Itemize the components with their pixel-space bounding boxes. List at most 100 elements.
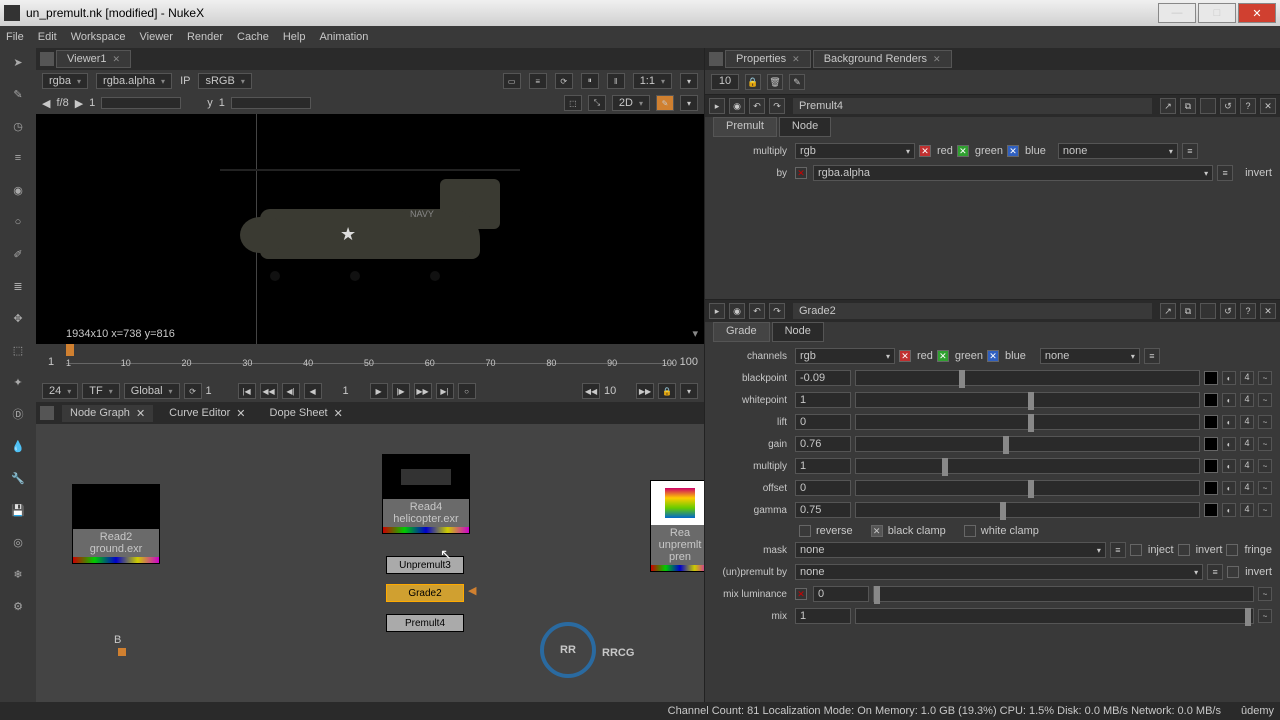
zoom-dropdown[interactable]: 1:1 [633, 73, 672, 89]
dropdown-icon[interactable]: ▾ [692, 327, 698, 340]
wipe-icon[interactable]: ⤡ [588, 95, 606, 111]
menu-cache[interactable]: Cache [237, 31, 269, 43]
blackpoint-input[interactable]: -0.09 [795, 370, 851, 386]
mixlum-x[interactable]: ✕ [795, 588, 807, 600]
first-icon[interactable]: |◀ [238, 383, 256, 399]
inject-check[interactable] [1130, 544, 1142, 556]
blank-icon[interactable] [1200, 98, 1216, 114]
lift-input[interactable]: 0 [795, 414, 851, 430]
curve-icon[interactable]: ~ [1258, 371, 1272, 385]
timeline[interactable]: 1 1 10 20 30 40 50 60 70 80 90 100 100 [36, 344, 704, 380]
brush-icon[interactable]: ✐ [8, 244, 28, 264]
curve-icon[interactable]: ~ [1258, 393, 1272, 407]
redo-icon[interactable]: ↷ [769, 98, 785, 114]
lut-dropdown[interactable]: sRGB [198, 73, 251, 89]
node-read4[interactable]: Read4helicopter.exr [382, 454, 470, 534]
settings-icon[interactable]: ▾ [680, 383, 698, 399]
invert2-check[interactable] [1227, 566, 1239, 578]
mix-slider[interactable] [855, 608, 1254, 624]
help-icon[interactable]: ? [1240, 303, 1256, 319]
subtab-grade[interactable]: Grade [713, 322, 770, 342]
circle-icon[interactable]: ○ [8, 212, 28, 232]
step-back-icon[interactable]: ◀| [282, 383, 300, 399]
close-panel-icon[interactable]: ✕ [1260, 98, 1276, 114]
color-swatch[interactable] [1204, 415, 1218, 429]
d-icon[interactable]: Ⓓ [8, 404, 28, 424]
subtab-premult[interactable]: Premult [713, 117, 777, 137]
drop-icon[interactable]: 💧 [8, 436, 28, 456]
prev-icon[interactable]: ◀ [42, 97, 50, 110]
pause2-icon[interactable]: ‖ [607, 73, 625, 89]
menu-viewer[interactable]: Viewer [140, 31, 173, 43]
gamma-slider[interactable] [855, 502, 1200, 518]
pause-icon[interactable]: ⏸ [581, 73, 599, 89]
collapse-icon[interactable]: ▸ [709, 98, 725, 114]
help-icon[interactable]: ? [1240, 98, 1256, 114]
pen-icon[interactable]: ✎ [8, 84, 28, 104]
offset-input[interactable]: 0 [795, 480, 851, 496]
sphere-icon[interactable]: ◉ [8, 180, 28, 200]
gamma-input[interactable]: 0.75 [795, 502, 851, 518]
channel-dropdown[interactable]: rgba [42, 73, 88, 89]
collapse-icon[interactable]: ▸ [709, 303, 725, 319]
tab-curve-editor[interactable]: Curve Editor✕ [161, 405, 253, 422]
color-swatch[interactable] [1204, 459, 1218, 473]
clock-icon[interactable]: ◷ [8, 116, 28, 136]
anim-icon[interactable]: ◐ [1222, 415, 1236, 429]
gamma-slider[interactable] [231, 97, 311, 109]
whitepoint-input[interactable]: 1 [795, 392, 851, 408]
link-icon[interactable]: ≡ [1182, 143, 1198, 159]
skip-fwd-icon[interactable]: ▶▶ [636, 383, 654, 399]
roi-icon[interactable]: ⬚ [564, 95, 582, 111]
curve-icon[interactable]: ~ [1258, 503, 1272, 517]
menu-file[interactable]: File [6, 31, 24, 43]
link-icon[interactable]: ≡ [1144, 348, 1160, 364]
revert-icon[interactable]: ↺ [1220, 303, 1236, 319]
reverse-check[interactable] [799, 525, 811, 537]
link-icon[interactable]: ≡ [1217, 165, 1233, 181]
revert-icon[interactable]: ↺ [1220, 98, 1236, 114]
scope-dropdown[interactable]: Global [124, 383, 180, 399]
cube-icon[interactable]: ⬚ [8, 340, 28, 360]
curve-icon[interactable]: ~ [1258, 437, 1272, 451]
gain-slider[interactable] [855, 436, 1200, 452]
menu-animation[interactable]: Animation [319, 31, 368, 43]
curve-icon[interactable]: ~ [1258, 459, 1272, 473]
by-x-check[interactable]: ✕ [795, 167, 807, 179]
float-icon[interactable]: ↗ [1160, 303, 1176, 319]
lift-slider[interactable] [855, 414, 1200, 430]
play-icon[interactable]: ▶ [370, 383, 388, 399]
flake-icon[interactable]: ❄ [8, 564, 28, 584]
anim-icon[interactable]: ◐ [1222, 393, 1236, 407]
lock-icon[interactable]: 🔒 [745, 74, 761, 90]
wrench-icon[interactable]: 🔧 [8, 468, 28, 488]
mask-dropdown[interactable]: none [795, 542, 1106, 558]
green-check[interactable]: ✕ [957, 145, 969, 157]
color-swatch[interactable] [1204, 393, 1218, 407]
menu-edit[interactable]: Edit [38, 31, 57, 43]
subtab-node[interactable]: Node [772, 322, 824, 342]
close-icon[interactable]: ✕ [113, 54, 121, 65]
center-icon[interactable]: ◉ [729, 98, 745, 114]
multiply-slider[interactable] [855, 458, 1200, 474]
anim-icon[interactable]: ◐ [1222, 503, 1236, 517]
anim-icon[interactable]: ◐ [1222, 371, 1236, 385]
channels-dropdown[interactable]: rgb [795, 348, 895, 364]
node-graph[interactable]: Read2ground.exr Read4helicopter.exr Reau… [36, 424, 704, 720]
blue-check[interactable]: ✕ [1007, 145, 1019, 157]
gain-input[interactable]: 0.76 [795, 436, 851, 452]
copy-icon[interactable]: ⧉ [1180, 98, 1196, 114]
step-fwd-icon[interactable]: |▶ [392, 383, 410, 399]
anim-icon[interactable]: ◐ [1222, 437, 1236, 451]
color-swatch[interactable] [1204, 371, 1218, 385]
invert-label[interactable]: invert [1245, 167, 1272, 179]
link-icon[interactable]: ≡ [1110, 542, 1126, 558]
play-back-icon[interactable]: ◀ [304, 383, 322, 399]
pane-menu-icon[interactable] [40, 52, 54, 66]
blackclamp-check[interactable]: ✕ [871, 525, 883, 537]
redo-icon[interactable]: ↷ [769, 303, 785, 319]
target-icon[interactable]: ◎ [8, 532, 28, 552]
last-icon[interactable]: ▶| [436, 383, 454, 399]
color-swatch[interactable] [1204, 437, 1218, 451]
close-button[interactable]: ✕ [1238, 3, 1276, 23]
